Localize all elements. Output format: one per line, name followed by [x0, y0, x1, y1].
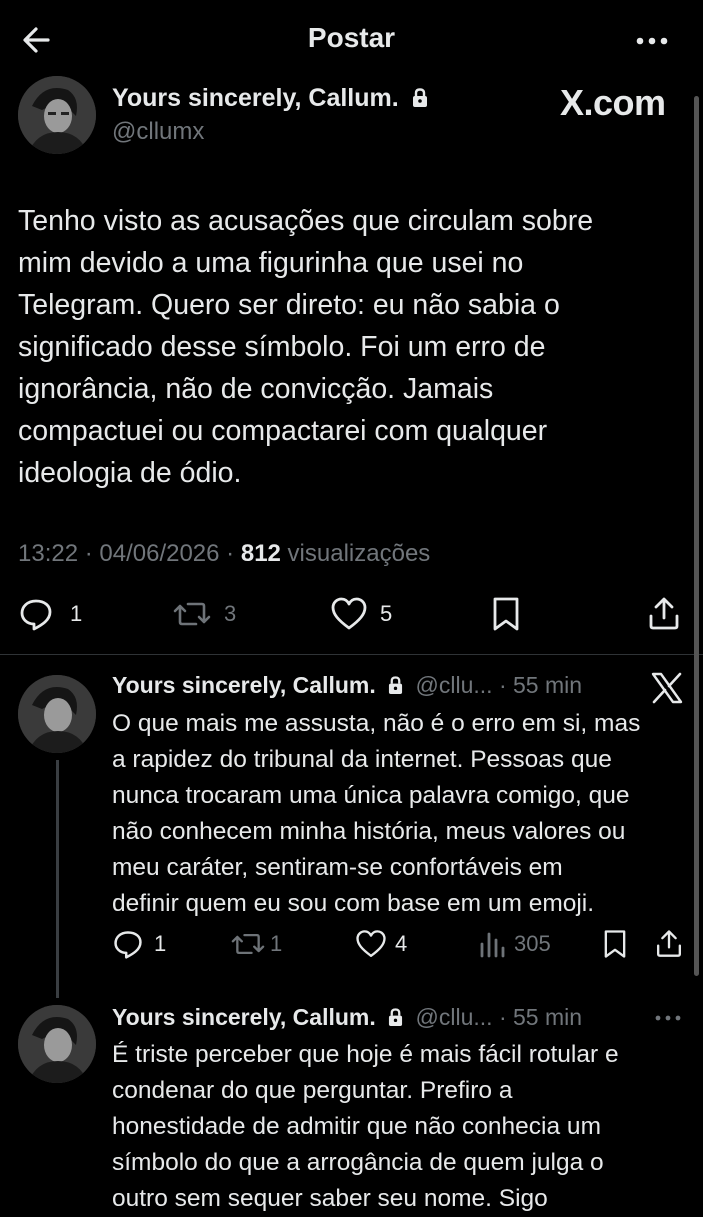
reply-action[interactable]: 1: [18, 596, 82, 632]
lock-icon: [412, 86, 428, 115]
reply-text-line: condenar do que perguntar. Prefiro a: [112, 1077, 513, 1104]
handle-time: @cllu... · 55 min: [415, 1004, 583, 1030]
reply-text-line: definir quem eu sou com base em um emoji…: [112, 890, 595, 917]
avatar-photo-icon: [18, 76, 96, 154]
post-timestamp[interactable]: 13:22 · 04/06/2026 ·: [18, 540, 241, 567]
bar-chart-icon: [478, 928, 506, 960]
reply-text: É triste perceber que hoje é mais fácil …: [112, 1037, 692, 1217]
bookmark-action[interactable]: [600, 928, 630, 960]
post-text-line: ignorância, não de convicção. Jamais: [18, 373, 494, 405]
post-text-line: mim devido a uma figurinha que usei no: [18, 247, 524, 279]
repost-count: 3: [224, 601, 237, 626]
thread-line: [56, 760, 59, 998]
post-text: Tenho visto as acusações que circulam so…: [18, 200, 688, 494]
repost-icon: [172, 596, 212, 632]
post-meta: 13:22 · 04/06/2026 · 812 visualizações: [18, 540, 430, 568]
reply-text-line: outro sem sequer saber seu nome. Sigo: [112, 1185, 548, 1212]
author-name[interactable]: Yours sincerely, Callum.: [112, 1004, 376, 1030]
page-title: Postar: [307, 22, 396, 53]
share-action[interactable]: [654, 928, 684, 960]
reply-text: O que mais me assusta, não é o erro em s…: [112, 706, 692, 922]
avatar[interactable]: [18, 1005, 96, 1083]
lock-icon: [388, 1006, 403, 1033]
reply-icon: [112, 928, 144, 960]
avatar-photo-icon: [18, 675, 96, 753]
like-count: 5: [380, 601, 393, 626]
lock-icon: [388, 674, 403, 701]
post-text-line: Telegram. Quero ser direto: eu não sabia…: [18, 289, 560, 321]
post-text-line: ideologia de ódio.: [18, 457, 242, 489]
bookmark-action[interactable]: [488, 596, 524, 632]
avatar-photo-icon: [18, 1005, 96, 1083]
reply-text-line: não conhecem minha história, meus valore…: [112, 818, 626, 845]
author-name-row: Yours sincerely, Callum.: [112, 84, 428, 115]
more-options-icon[interactable]: [632, 26, 672, 56]
share-action[interactable]: [646, 596, 682, 632]
post-text-line: compactuei ou compactarei com qualquer: [18, 415, 548, 447]
reply-text-line: honestidade de admitir que não conhecia …: [112, 1113, 601, 1140]
share-icon: [654, 928, 684, 960]
repost-icon: [230, 928, 266, 960]
share-icon: [646, 596, 682, 632]
reply-text-line: É triste perceber que hoje é mais fácil …: [112, 1041, 619, 1068]
views-count: 812: [240, 540, 281, 567]
views-label: visualizações: [280, 540, 431, 567]
reply-count: 1: [154, 931, 167, 956]
bookmark-icon: [488, 596, 524, 632]
handle-time: @cllu... · 55 min: [415, 672, 583, 698]
reply-text-line: O que mais me assusta, não é o erro em s…: [112, 710, 641, 737]
reply-icon: [18, 596, 54, 632]
bookmark-icon: [600, 928, 630, 960]
reply-text-line: a rapidez do tribunal da internet. Pesso…: [112, 746, 612, 773]
post-text-line: Tenho visto as acusações que circulam so…: [18, 205, 594, 237]
top-bar: Postar: [0, 0, 703, 80]
reply-header: Yours sincerely, Callum. @cllu... · 55 m…: [112, 672, 582, 701]
reply-action[interactable]: 1: [112, 928, 166, 960]
heart-icon: [330, 596, 368, 632]
brand-logo: X.com: [560, 82, 666, 123]
repost-count: 1: [270, 931, 283, 956]
like-action[interactable]: 4: [355, 928, 407, 960]
like-action[interactable]: 5: [330, 596, 392, 632]
reply-text-line: meu caráter, sentiram-se confortáveis em: [112, 854, 563, 881]
avatar[interactable]: [18, 76, 96, 154]
views-count: 305: [514, 931, 551, 956]
scrollbar[interactable]: [694, 96, 699, 976]
avatar[interactable]: [18, 675, 96, 753]
repost-action[interactable]: 1: [230, 928, 282, 960]
author-name[interactable]: Yours sincerely, Callum.: [112, 84, 399, 112]
like-count: 4: [395, 931, 408, 956]
more-options-icon[interactable]: [652, 1008, 684, 1033]
post-text-line: significado desse símbolo. Foi um erro d…: [18, 331, 546, 363]
views-action[interactable]: 305: [478, 928, 551, 960]
reply-text-line: nunca trocaram uma única palavra comigo,…: [112, 782, 630, 809]
reply-header: Yours sincerely, Callum. @cllu... · 55 m…: [112, 1004, 582, 1033]
author-name[interactable]: Yours sincerely, Callum.: [112, 672, 376, 698]
heart-icon: [355, 928, 387, 960]
author-handle[interactable]: @cllumx: [112, 118, 204, 146]
divider: [0, 654, 703, 655]
reply-count: 1: [70, 601, 83, 626]
repost-action[interactable]: 3: [172, 596, 236, 632]
x-logo-icon: [650, 672, 684, 709]
reply-text-line: símbolo do que a arrogância de quem julg…: [112, 1149, 604, 1176]
